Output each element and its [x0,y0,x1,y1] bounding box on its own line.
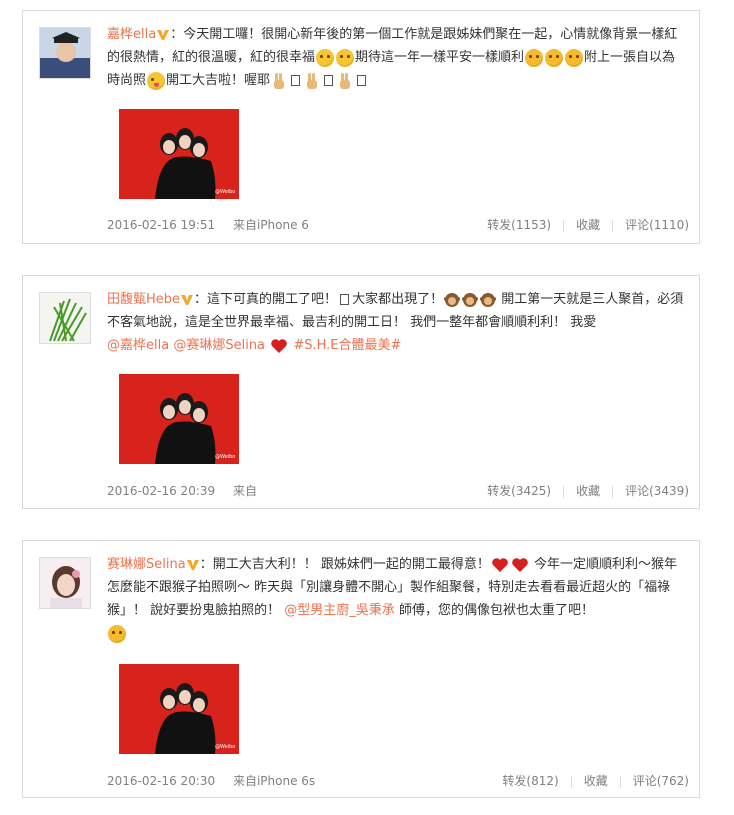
post-content: 赛琳娜Selina ：開工大吉大利！！ 跟姊妹們一起的開工最得意！ 今年一定順順利… [107,553,685,645]
mention-link[interactable]: @赛琳娜Selina [173,338,265,353]
divider [570,775,572,788]
post-source: 来自 [232,484,257,498]
favorite-button[interactable]: 收藏 [576,215,600,235]
post-text: 期待這一年一樣平安一樣順利 [355,50,525,65]
svg-text:@Weibo: @Weibo [215,454,235,460]
post-source: 来自iPhone 6s [232,774,316,788]
favorite-button[interactable]: 收藏 [576,481,600,501]
weibo-post-3: 赛琳娜Selina ：開工大吉大利！！ 跟姊妹們一起的開工最得意！ 今年一定順順利… [22,540,700,798]
missing-glyph-icon [324,75,334,86]
verified-v-icon [186,559,199,570]
kiss-emoji-icon [525,48,544,67]
heart-emoji-icon [512,557,528,572]
post-timestamp[interactable]: 2016-02-16 20:39 [107,484,215,498]
mention-link[interactable]: @型男主廚_吳秉承 [284,603,395,618]
svg-text:@Weibo: @Weibo [215,189,235,195]
post-photo[interactable]: @Weibo [119,664,239,754]
weibo-post-1: 嘉桦ella ：今天開工囉！很開心新年後的第一個工作就是跟姊妹們聚在一起，心情就像… [22,10,700,244]
kiss-emoji-icon [108,624,126,643]
post-timestamp[interactable]: 2016-02-16 19:51 [107,218,215,232]
comment-button[interactable]: 评论(1110) [625,215,689,235]
weibo-post-2: 田馥甄Hebe ：這下可真的開工了吧！ 大家都出現了！ 開工第一天就是三人聚首，必須… [22,275,700,509]
verified-v-icon [157,29,170,40]
missing-glyph-icon [357,75,367,86]
post-photo[interactable]: @Weibo [119,109,239,199]
comment-button[interactable]: 评论(3439) [625,481,689,501]
forward-button[interactable]: 转发(1153) [487,215,551,235]
kiss-emoji-icon [565,48,584,67]
post-footer: 2016-02-16 20:30 来自iPhone 6s 转发(812) 收藏 评论… [107,771,689,791]
divider [612,219,614,232]
divider [563,219,565,232]
post-source: 来自iPhone 6 [232,218,309,232]
svg-text:@Weibo: @Weibo [215,744,235,750]
post-photo[interactable]: @Weibo [119,374,239,464]
missing-glyph-icon [291,75,301,86]
author-name[interactable]: 田馥甄Hebe [107,292,180,307]
post-content: 嘉桦ella ：今天開工囉！很開心新年後的第一個工作就是跟姊妹們聚在一起，心情就像… [107,27,678,90]
post-footer: 2016-02-16 20:39 来自 转发(3425) 收藏 评论(3439) [107,481,689,501]
author-name[interactable]: 赛琳娜Selina [107,557,186,572]
monkey-emoji-icon [462,292,479,307]
verified-v-icon [181,294,194,305]
smile-emoji-icon [336,48,355,67]
post-content: 田馥甄Hebe ：這下可真的開工了吧！ 大家都出現了！ 開工第一天就是三人聚首，必須… [107,292,684,353]
smile-emoji-icon [316,48,335,67]
post-text: 師傅，您的偶像包袱也太重了吧！ [398,603,594,618]
forward-button[interactable]: 转发(3425) [487,481,551,501]
divider [612,485,614,498]
avatar[interactable] [39,292,91,344]
forward-button[interactable]: 转发(812) [502,771,558,791]
avatar[interactable] [39,557,91,609]
mention-link[interactable]: @嘉桦ella [107,338,169,353]
heart-emoji-icon [271,338,287,353]
missing-glyph-icon [340,294,350,305]
tongue-emoji-icon [147,71,166,90]
monkey-emoji-icon [480,292,497,307]
post-text: 開工大吉大利！！ 跟姊妹們一起的開工最得意！ [212,557,490,572]
topic-link[interactable]: #S.H.E合體最美# [293,338,401,353]
kiss-emoji-icon [545,48,564,67]
monkey-emoji-icon [444,292,461,307]
peace-hand-icon [340,72,351,89]
peace-hand-icon [307,72,318,89]
post-timestamp[interactable]: 2016-02-16 20:30 [107,774,215,788]
peace-hand-icon [274,72,285,89]
heart-emoji-icon [492,557,508,572]
author-name[interactable]: 嘉桦ella [107,27,156,42]
divider [619,775,621,788]
post-footer: 2016-02-16 19:51 来自iPhone 6 转发(1153) 收藏 评论… [107,215,689,235]
post-text: 大家都出現了！ [352,292,444,307]
divider [563,485,565,498]
favorite-button[interactable]: 收藏 [584,771,608,791]
avatar[interactable] [39,27,91,79]
post-text: 開工大吉啦！喔耶 [166,73,271,88]
post-text: 這下可真的開工了吧！ [207,292,338,307]
comment-button[interactable]: 评论(762) [633,771,689,791]
